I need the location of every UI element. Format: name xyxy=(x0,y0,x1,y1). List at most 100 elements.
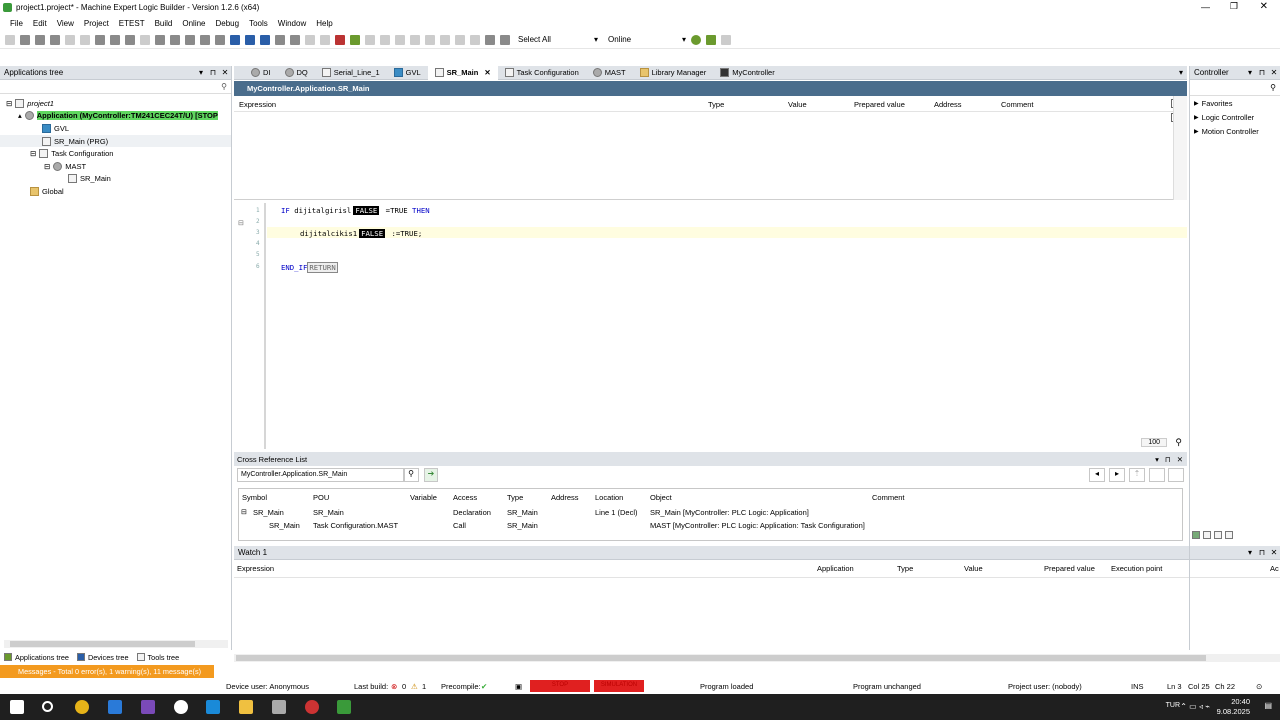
collapse-icon[interactable]: ▴ xyxy=(18,111,22,120)
col-prepared-value[interactable]: Prepared value xyxy=(854,100,905,109)
vscode-icon[interactable] xyxy=(206,700,220,714)
tab-devices-tree[interactable]: Devices tree xyxy=(73,653,133,662)
collapse-icon[interactable]: ⊟ xyxy=(30,149,36,158)
replace-icon[interactable] xyxy=(170,34,180,45)
next-icon[interactable]: ▸ xyxy=(1109,468,1125,482)
code-line-1[interactable]: IF dijitalgirisl FALSE =TRUE THEN xyxy=(281,206,430,215)
col-symbol[interactable]: Symbol xyxy=(242,493,267,502)
col-location[interactable]: Location xyxy=(595,493,623,502)
stop-status[interactable]: STOP xyxy=(530,680,590,692)
pin-icon[interactable]: ⊓ xyxy=(1256,68,1268,77)
monitor-scrollbar[interactable] xyxy=(1173,96,1187,200)
lock-icon[interactable]: ▣ xyxy=(515,682,522,691)
close-icon[interactable]: ✕ xyxy=(219,68,231,77)
tab-mast[interactable]: MAST xyxy=(586,66,633,80)
new-icon[interactable] xyxy=(5,34,15,45)
expand-icon[interactable]: ⊟ xyxy=(241,508,247,516)
catalog-tab-icon[interactable] xyxy=(1203,531,1211,539)
step-over-icon[interactable] xyxy=(380,34,390,45)
pin-icon[interactable]: ⊓ xyxy=(207,68,219,77)
login-disabled-icon[interactable] xyxy=(320,34,330,45)
close-tab-icon[interactable]: ✕ xyxy=(484,68,490,77)
breakpoint-icon[interactable] xyxy=(425,34,435,45)
dropdown-icon[interactable]: ▾ xyxy=(1244,68,1256,77)
col-comment[interactable]: Comment xyxy=(872,493,905,502)
step-into-icon[interactable] xyxy=(395,34,405,45)
search-icon[interactable]: ⚲ xyxy=(1270,83,1276,92)
minimize-button[interactable]: — xyxy=(1201,2,1210,12)
force-values-icon[interactable] xyxy=(470,34,480,45)
tree-item-mast-sr-main[interactable]: SR_Main xyxy=(0,173,231,186)
print-icon[interactable] xyxy=(50,34,60,45)
dropdown-icon[interactable]: ▾ xyxy=(1155,455,1159,464)
col-value[interactable]: Value xyxy=(788,100,807,109)
code-line-6[interactable]: END_IF RETURN xyxy=(281,262,338,273)
undo-icon[interactable] xyxy=(65,34,75,45)
tree-item-sr-main[interactable]: SR_Main (PRG) xyxy=(0,134,231,148)
menu-edit[interactable]: Edit xyxy=(33,19,47,28)
col-application[interactable]: Application xyxy=(817,564,854,573)
tree-item-gvl[interactable]: GVL xyxy=(0,122,231,135)
menu-debug[interactable]: Debug xyxy=(216,19,240,28)
bookmark-next-icon[interactable] xyxy=(200,34,210,45)
expand-icon[interactable]: ▶ xyxy=(1194,100,1199,107)
tab-dq[interactable]: DQ xyxy=(278,66,315,80)
menu-tools[interactable]: Tools xyxy=(249,19,268,28)
expand-icon[interactable]: ▶ xyxy=(1194,128,1199,135)
horizontal-scrollbar[interactable] xyxy=(234,654,1280,662)
previous-icon[interactable]: ◂ xyxy=(1089,468,1105,482)
catalog-tab-icon[interactable] xyxy=(1192,531,1200,539)
tab-gvl[interactable]: GVL xyxy=(387,66,428,80)
redo-icon[interactable] xyxy=(80,34,90,45)
col-address[interactable]: Address xyxy=(934,100,962,109)
status-info-icon[interactable]: ⊙ xyxy=(1256,682,1262,691)
collapse-icon[interactable]: ⊟ xyxy=(6,99,12,108)
open-icon[interactable] xyxy=(20,34,30,45)
col-comment[interactable]: Comment xyxy=(1001,100,1034,109)
col-variable[interactable]: Variable xyxy=(410,493,437,502)
col-access[interactable]: Access xyxy=(453,493,477,502)
catalog-item-favorites[interactable]: ▶ Favorites xyxy=(1190,96,1280,110)
tree-item-project[interactable]: ⊟ project1 xyxy=(0,97,231,110)
code-editor[interactable]: ⊟ 1 2 3 4 5 6 IF dijitalgirisl FALSE =TRU… xyxy=(234,203,1187,449)
pin-icon[interactable]: ⊓ xyxy=(1165,455,1171,464)
tab-tools-tree[interactable]: Tools tree xyxy=(133,653,184,662)
app-icon[interactable] xyxy=(108,700,122,714)
screen-icon[interactable] xyxy=(485,34,495,45)
catalog-tab-icon[interactable] xyxy=(1225,531,1233,539)
find-icon[interactable] xyxy=(155,34,165,45)
reset-icon[interactable] xyxy=(275,34,285,45)
search-button[interactable]: ⚲ xyxy=(403,468,419,482)
menu-window[interactable]: Window xyxy=(278,19,306,28)
paste-icon[interactable] xyxy=(125,34,135,45)
tree-item-task-configuration[interactable]: ⊟ Task Configuration xyxy=(0,147,231,160)
online-dropdown[interactable]: Online ▾ xyxy=(608,35,686,44)
connect-icon[interactable] xyxy=(691,34,701,45)
dropdown-icon[interactable]: ▾ xyxy=(195,68,207,77)
expand-icon[interactable]: ▶ xyxy=(1194,114,1199,121)
tab-sr-main[interactable]: SR_Main ✕ xyxy=(427,65,498,80)
tab-mycontroller[interactable]: MyController xyxy=(713,66,782,80)
clock[interactable]: 20:40 9.08.2025 xyxy=(1217,697,1250,717)
tab-applications-tree[interactable]: Applications tree xyxy=(0,652,73,662)
simulation-icon[interactable] xyxy=(305,34,315,45)
tree-item-mast[interactable]: ⊟ MAST xyxy=(0,160,231,173)
catalog-item-logic-controller[interactable]: ▶ Logic Controller xyxy=(1190,110,1280,124)
copy-icon[interactable] xyxy=(110,34,120,45)
fold-icon[interactable]: ⊟ xyxy=(238,219,244,227)
close-icon[interactable]: ✕ xyxy=(1177,455,1183,464)
col-address[interactable]: Address xyxy=(551,493,579,502)
select-all-dropdown[interactable]: Select All ▾ xyxy=(518,35,598,44)
zoom-level[interactable]: 100 xyxy=(1141,438,1167,447)
code-line-3[interactable]: dijitalcikis1 FALSE :=TRUE; xyxy=(300,229,422,238)
tree-search-input[interactable]: ⚲ xyxy=(0,80,231,94)
col-type[interactable]: Type xyxy=(507,493,523,502)
cut-icon[interactable] xyxy=(95,34,105,45)
view-icon[interactable] xyxy=(500,34,510,45)
col-type[interactable]: Type xyxy=(708,100,724,109)
tab-di[interactable]: DI xyxy=(244,66,278,80)
menu-build[interactable]: Build xyxy=(155,19,173,28)
refresh-button[interactable]: ➔ xyxy=(424,468,438,482)
notification-icon[interactable]: ▤ xyxy=(1264,701,1272,710)
menu-online[interactable]: Online xyxy=(182,19,205,28)
